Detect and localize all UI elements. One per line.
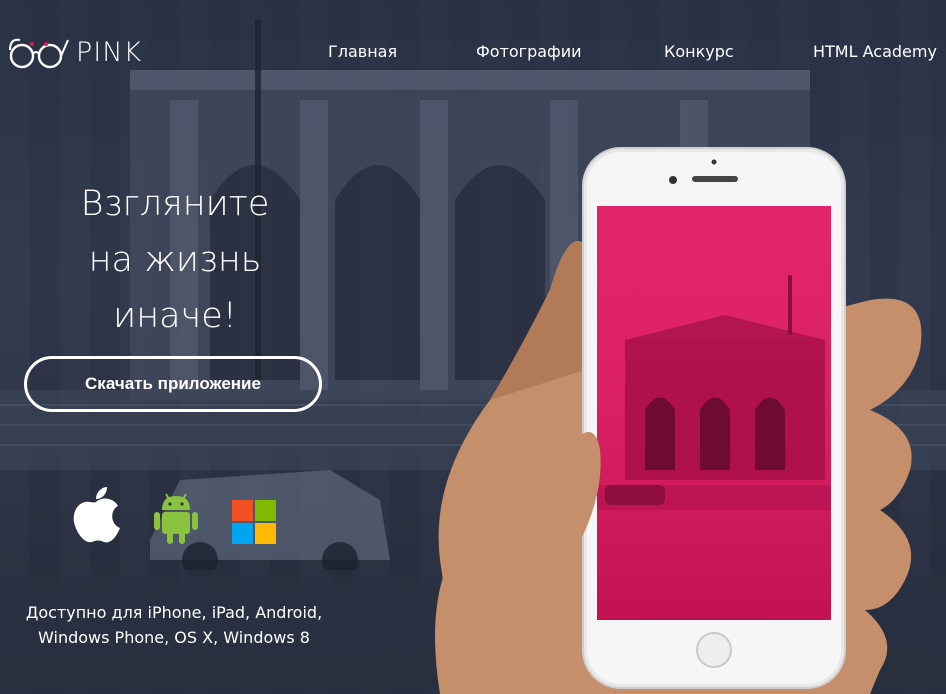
platform-icons: [0, 486, 340, 546]
headline-line: Взгляните: [80, 184, 270, 224]
nav-item-photos[interactable]: Фотографии: [476, 42, 582, 61]
availability-line: Windows Phone, OS X, Windows 8: [38, 628, 310, 647]
hero-headline: Взгляните на жизнь иначе!: [20, 176, 330, 344]
availability-line: Доступно для iPhone, iPad, Android,: [25, 603, 323, 622]
nav-item-html-academy[interactable]: HTML Academy: [813, 42, 937, 61]
headline-line: на жизнь: [88, 240, 262, 280]
nav-item-home[interactable]: Главная: [328, 42, 397, 61]
windows-icon: [232, 500, 276, 544]
availability-text: Доступно для iPhone, iPad, Android, Wind…: [14, 600, 334, 650]
apple-icon: [73, 487, 120, 543]
main-nav: Главная Фотографии Конкурс HTML Academy: [0, 42, 946, 66]
nav-item-contest[interactable]: Конкурс: [664, 42, 734, 61]
headline-line: иначе!: [113, 296, 237, 336]
phone-in-hand-image: [435, 147, 922, 694]
download-app-button[interactable]: Скачать приложение: [24, 356, 322, 412]
android-icon: [154, 493, 198, 544]
